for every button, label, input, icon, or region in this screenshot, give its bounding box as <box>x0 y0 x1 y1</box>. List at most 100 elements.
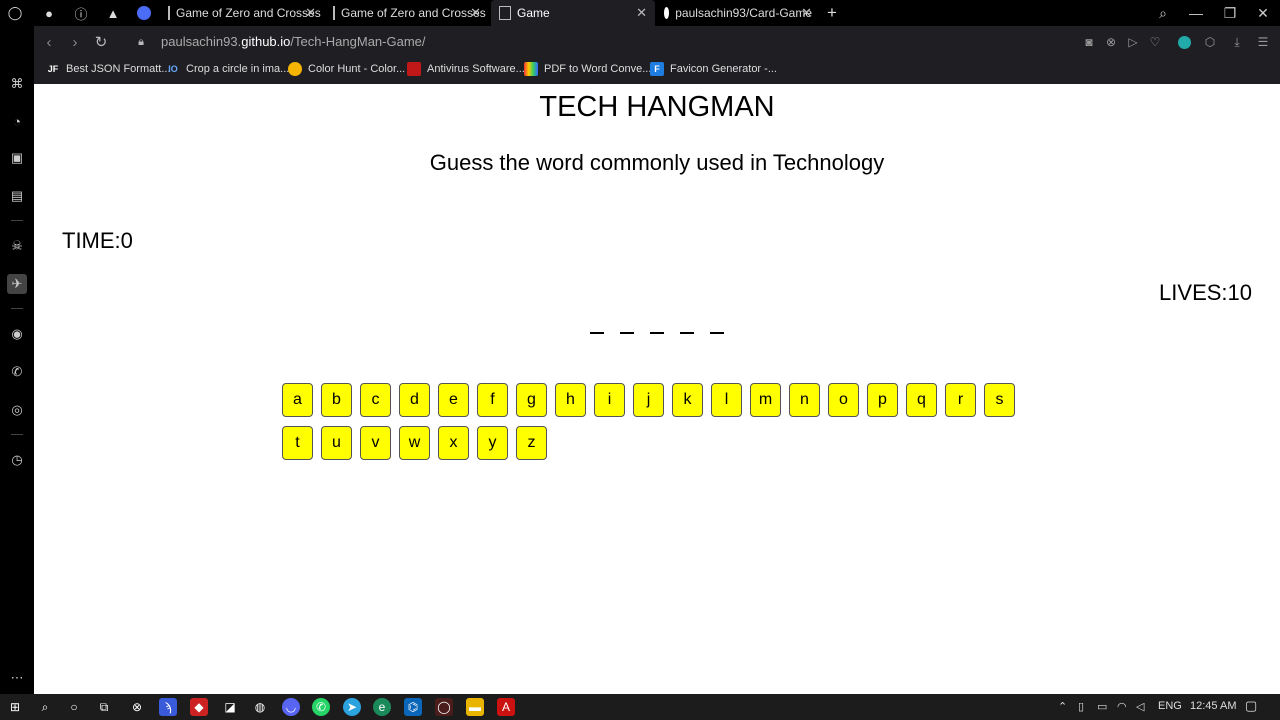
letter-button-o[interactable]: o <box>828 383 859 417</box>
skull-icon[interactable]: ☠ <box>7 236 27 256</box>
close-icon[interactable]: ✕ <box>305 5 316 21</box>
bookmark-color-hunt[interactable]: Color Hunt - Color... <box>288 62 405 76</box>
tab-game-of-zero-1[interactable]: Game of Zero and Crosses ✕ <box>160 0 324 26</box>
back-icon[interactable]: ‹ <box>40 33 58 51</box>
letter-button-s[interactable]: s <box>984 383 1015 417</box>
opera-icon[interactable]: ◯ <box>435 698 453 716</box>
instagram-icon[interactable]: ◎ <box>7 400 27 420</box>
close-icon[interactable]: ✕ <box>470 5 481 21</box>
file-explorer-icon[interactable]: ▬ <box>466 698 484 716</box>
menu-icon[interactable]: ☰ <box>1255 34 1271 50</box>
acrobat-icon[interactable]: A <box>497 698 515 716</box>
camera-icon[interactable]: ◙ <box>1081 34 1097 50</box>
reload-icon[interactable]: ↻ <box>92 33 110 51</box>
canva-icon[interactable] <box>135 4 153 22</box>
pinned-tab-icon[interactable]: ⓘ <box>72 4 90 22</box>
close-window-icon[interactable]: ✕ <box>1251 2 1275 24</box>
close-icon[interactable]: ✕ <box>636 5 647 21</box>
bookmark-antivirus[interactable]: Antivirus Software... <box>407 62 525 76</box>
restore-icon[interactable]: ❐ <box>1218 2 1242 24</box>
notification-icon[interactable]: ▢ <box>1245 698 1257 714</box>
letter-button-r[interactable]: r <box>945 383 976 417</box>
messenger-icon[interactable]: ◉ <box>7 324 27 344</box>
letter-button-u[interactable]: u <box>321 426 352 460</box>
minimize-icon[interactable]: — <box>1184 2 1208 24</box>
letter-button-c[interactable]: c <box>360 383 391 417</box>
gamepad-icon[interactable]: ⌘ <box>7 74 27 94</box>
letter-button-p[interactable]: p <box>867 383 898 417</box>
extension-icon[interactable] <box>1176 34 1192 50</box>
xbox-icon[interactable]: ⊗ <box>128 698 146 716</box>
letter-button-a[interactable]: a <box>282 383 313 417</box>
opera-logo-icon[interactable]: ◯ <box>6 4 24 22</box>
letter-button-q[interactable]: q <box>906 383 937 417</box>
shopping-bag-icon[interactable]: ▣ <box>7 148 27 168</box>
time-display: TIME:0 <box>62 228 133 253</box>
letter-button-i[interactable]: i <box>594 383 625 417</box>
vscode-icon[interactable]: ⌬ <box>404 698 422 716</box>
figma-icon[interactable]: ◍ <box>251 698 269 716</box>
letter-button-h[interactable]: h <box>555 383 586 417</box>
whatsapp-icon[interactable]: ✆ <box>312 698 330 716</box>
letter-button-d[interactable]: d <box>399 383 430 417</box>
tab-game[interactable]: Game ✕ <box>491 0 655 26</box>
letter-button-v[interactable]: v <box>360 426 391 460</box>
search-icon[interactable]: ⌕ <box>36 698 54 716</box>
tab-game-of-zero-2[interactable]: Game of Zero and Crosses ✕ <box>325 0 489 26</box>
app-icon[interactable]: ◪ <box>221 698 239 716</box>
adblock-icon[interactable]: ⊗ <box>1103 34 1119 50</box>
search-tabs-icon[interactable]: ⌕ <box>1151 2 1175 24</box>
more-icon[interactable]: ⋯ <box>7 668 27 688</box>
github-icon[interactable]: ● <box>40 4 58 22</box>
drive-icon[interactable]: ▲ <box>104 4 122 22</box>
letter-button-n[interactable]: n <box>789 383 820 417</box>
letter-button-g[interactable]: g <box>516 383 547 417</box>
letter-blank <box>620 314 634 334</box>
letter-button-j[interactable]: j <box>633 383 664 417</box>
download-icon[interactable]: ⤓ <box>1229 34 1245 50</box>
bookmark-json-formatter[interactable]: JF Best JSON Formatt... <box>46 62 171 76</box>
history-icon[interactable]: ◷ <box>7 450 27 470</box>
letter-button-l[interactable]: l <box>711 383 742 417</box>
bookmark-pdf-to-word[interactable]: PDF to Word Conve... <box>524 62 651 76</box>
bookmark-favicon-generator[interactable]: F Favicon Generator -... <box>650 62 777 76</box>
app-icon[interactable]: ϡ <box>159 698 177 716</box>
volume-icon[interactable]: ◁ <box>1136 700 1144 713</box>
language-indicator[interactable]: ENG <box>1158 700 1182 712</box>
wifi-icon[interactable]: ◠ <box>1117 700 1127 713</box>
bookmark-crop-circle[interactable]: IO Crop a circle in ima... <box>166 62 289 76</box>
send-icon[interactable]: ▷ <box>1125 34 1141 50</box>
heart-icon[interactable]: ♡ <box>1147 34 1163 50</box>
forward-icon[interactable]: › <box>66 33 84 51</box>
letter-button-z[interactable]: z <box>516 426 547 460</box>
letter-button-t[interactable]: t <box>282 426 313 460</box>
tab-card-game[interactable]: paulsachin93/Card-Game ✕ <box>656 0 820 26</box>
letter-button-m[interactable]: m <box>750 383 781 417</box>
cortana-icon[interactable]: ○ <box>65 698 83 716</box>
rocket-icon[interactable]: ✈ <box>7 274 27 294</box>
new-tab-icon[interactable]: + <box>823 3 841 22</box>
edge-icon[interactable]: e <box>373 698 391 716</box>
letter-button-x[interactable]: x <box>438 426 469 460</box>
tray-chevron-icon[interactable]: ⌃ <box>1058 700 1067 713</box>
letter-button-b[interactable]: b <box>321 383 352 417</box>
letter-button-y[interactable]: y <box>477 426 508 460</box>
whatsapp-icon[interactable]: ✆ <box>7 362 27 382</box>
tray-app-icon[interactable]: ▯ <box>1078 700 1084 713</box>
twitch-icon[interactable]: ▤ <box>7 186 27 206</box>
task-view-icon[interactable]: ⧉ <box>95 698 113 716</box>
url-field[interactable]: paulsachin93.github.io/Tech-HangMan-Game… <box>161 34 426 49</box>
app-icon[interactable]: ◆ <box>190 698 208 716</box>
battery-icon[interactable]: ▭ <box>1097 700 1107 713</box>
letter-button-f[interactable]: f <box>477 383 508 417</box>
letter-button-e[interactable]: e <box>438 383 469 417</box>
letter-button-k[interactable]: k <box>672 383 703 417</box>
close-icon[interactable]: ✕ <box>801 5 812 21</box>
cube-icon[interactable]: ⬡ <box>1202 34 1218 50</box>
speedometer-icon[interactable]: ◔ <box>7 111 27 131</box>
telegram-icon[interactable]: ➤ <box>343 698 361 716</box>
letter-button-w[interactable]: w <box>399 426 430 460</box>
clock[interactable]: 12:45 AM <box>1190 700 1236 712</box>
discord-icon[interactable]: ◡ <box>282 698 300 716</box>
windows-start-icon[interactable]: ⊞ <box>6 698 24 716</box>
